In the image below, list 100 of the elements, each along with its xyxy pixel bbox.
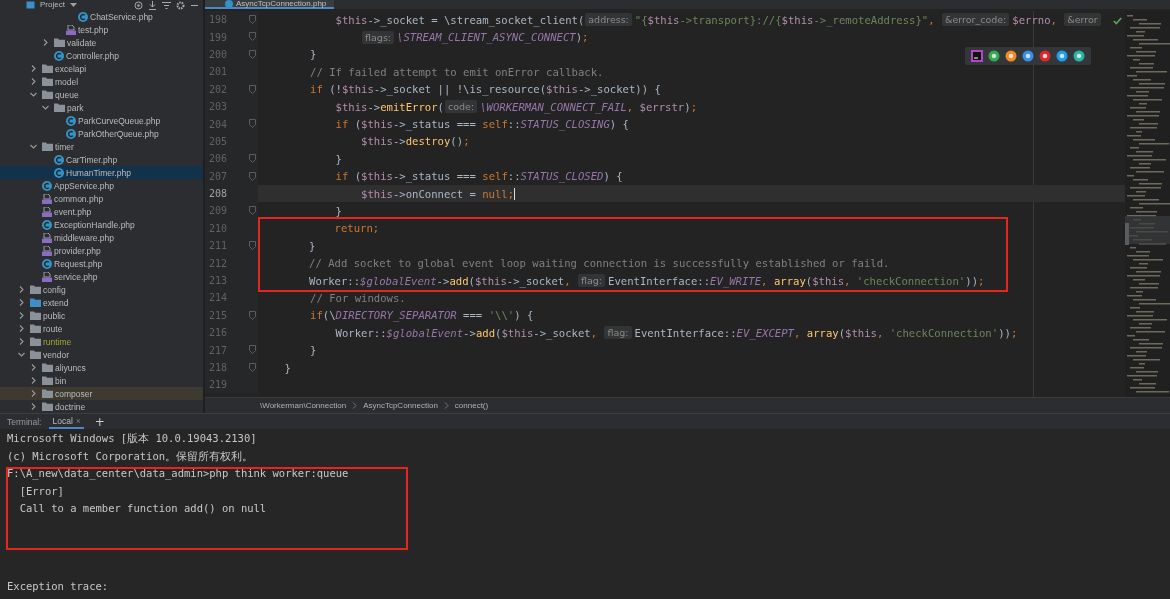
tree-item[interactable]: excelapi bbox=[0, 62, 203, 75]
terminal-title: Terminal: bbox=[7, 416, 42, 427]
tree-item[interactable]: ChatService.php bbox=[0, 10, 203, 23]
chevron-icon[interactable] bbox=[30, 91, 37, 98]
folder-icon bbox=[54, 38, 65, 47]
chevron-icon[interactable] bbox=[30, 377, 37, 384]
folder-icon bbox=[30, 337, 41, 346]
fold-marker-icon[interactable] bbox=[249, 154, 256, 164]
tree-item[interactable]: common.php bbox=[0, 192, 203, 205]
fold-marker-icon[interactable] bbox=[249, 15, 256, 24]
tree-item[interactable]: timer bbox=[0, 140, 203, 153]
tree-item[interactable]: test.php bbox=[0, 23, 203, 36]
line-number: 203 bbox=[207, 101, 227, 113]
tree-item[interactable]: vendor bbox=[0, 348, 203, 361]
browser-logo-icon[interactable] bbox=[1056, 50, 1068, 62]
fold-marker-icon[interactable] bbox=[249, 119, 256, 129]
code-line: $this->emitError( code: \WORKERMAN_CONNECT_FAIL, $errstr); bbox=[334, 100, 698, 114]
breadcrumb[interactable]: connect() bbox=[454, 401, 489, 410]
tree-item[interactable]: route bbox=[0, 322, 203, 335]
code-line: } bbox=[308, 239, 316, 252]
class-icon bbox=[54, 167, 64, 178]
chevron-icon[interactable] bbox=[30, 364, 37, 371]
chevron-icon[interactable] bbox=[18, 312, 25, 319]
tree-item[interactable]: ParkCurveQueue.php bbox=[0, 114, 203, 127]
tree-item[interactable]: park bbox=[0, 101, 203, 114]
target-icon[interactable] bbox=[134, 0, 143, 10]
tree-item[interactable]: AppService.php bbox=[0, 179, 203, 192]
tree-item[interactable]: Request.php bbox=[0, 257, 203, 270]
tree-item[interactable]: ExceptionHandle.php bbox=[0, 218, 203, 231]
browser-logo-icon[interactable] bbox=[1073, 50, 1085, 62]
tree-item[interactable]: config bbox=[0, 283, 203, 296]
chevron-icon[interactable] bbox=[18, 299, 25, 306]
chevron-icon[interactable] bbox=[18, 325, 25, 332]
line-number: 201 bbox=[207, 66, 227, 78]
chevron-icon[interactable] bbox=[30, 390, 37, 397]
breadcrumb[interactable]: \Workerman\Connection bbox=[260, 401, 347, 410]
tree-item[interactable]: HumanTimer.php bbox=[0, 166, 203, 179]
window-icon bbox=[26, 1, 35, 9]
code-line: $this->onConnect = null; bbox=[360, 187, 516, 200]
tree-item[interactable]: runtime bbox=[0, 335, 203, 348]
browser-logo-icon[interactable] bbox=[1005, 50, 1017, 62]
settings-icon[interactable] bbox=[176, 0, 185, 10]
chevron-icon[interactable] bbox=[42, 39, 49, 46]
chevron-icon[interactable] bbox=[42, 104, 49, 111]
tree-item[interactable]: service.php bbox=[0, 270, 203, 283]
tree-item[interactable]: queue bbox=[0, 88, 203, 101]
browser-logo-icon[interactable] bbox=[1022, 50, 1034, 62]
tree-item[interactable]: ParkOtherQueue.php bbox=[0, 127, 203, 140]
checkmark-icon[interactable] bbox=[1113, 17, 1122, 25]
collapse-icon[interactable] bbox=[148, 0, 157, 10]
tree-item[interactable]: model bbox=[0, 75, 203, 88]
chevron-icon[interactable] bbox=[30, 78, 37, 85]
fold-marker-icon[interactable] bbox=[249, 362, 256, 372]
chevron-icon[interactable] bbox=[18, 338, 25, 345]
chevron-icon[interactable] bbox=[30, 403, 37, 410]
tree-item[interactable]: bin bbox=[0, 374, 203, 387]
fold-marker-icon[interactable] bbox=[249, 241, 256, 251]
chevron-icon[interactable] bbox=[18, 351, 25, 358]
fold-marker-icon[interactable] bbox=[249, 345, 256, 355]
folder-icon bbox=[42, 142, 53, 151]
chevron-icon[interactable] bbox=[18, 286, 25, 293]
panel-title[interactable]: Project bbox=[40, 0, 65, 10]
tree-item[interactable]: composer bbox=[0, 387, 203, 400]
line-number: 212 bbox=[207, 257, 227, 269]
tree-item[interactable]: extend bbox=[0, 296, 203, 309]
folder-icon bbox=[30, 311, 41, 320]
fold-marker-icon[interactable] bbox=[249, 84, 256, 94]
tree-item[interactable]: Controller.php bbox=[0, 49, 203, 62]
php-file-icon bbox=[66, 24, 76, 35]
fold-marker-icon[interactable] bbox=[249, 206, 256, 216]
app-square-icon[interactable] bbox=[971, 50, 983, 62]
breadcrumb[interactable]: AsyncTcpConnection bbox=[363, 401, 438, 410]
code-line: } bbox=[334, 152, 342, 165]
browser-logo-icon[interactable] bbox=[1039, 50, 1051, 62]
tree-item[interactable]: middleware.php bbox=[0, 231, 203, 244]
terminal-tab[interactable]: Local × bbox=[49, 414, 84, 429]
fold-marker-icon[interactable] bbox=[249, 171, 256, 181]
fold-marker-icon[interactable] bbox=[249, 49, 256, 59]
filter-icon[interactable] bbox=[162, 0, 171, 10]
tree-item[interactable]: validate bbox=[0, 36, 203, 49]
tree-item[interactable]: provider.php bbox=[0, 244, 203, 257]
fold-marker-icon[interactable] bbox=[249, 310, 256, 320]
code-line: Worker::$globalEvent->add($this->_socket, flag: EventInterface::EV_WRITE, array($this, 'checkConnection')); bbox=[308, 274, 985, 288]
tree-item[interactable]: CarTimer.php bbox=[0, 153, 203, 166]
tree-item[interactable]: event.php bbox=[0, 205, 203, 218]
line-number: 215 bbox=[207, 309, 227, 321]
chevron-icon[interactable] bbox=[30, 65, 37, 72]
class-icon bbox=[42, 258, 52, 269]
terminal-line: Exception trace: bbox=[6, 579, 110, 594]
browser-logo-icon[interactable] bbox=[988, 50, 1000, 62]
tree-item[interactable]: doctrine bbox=[0, 400, 203, 413]
php-file-icon bbox=[42, 245, 52, 256]
tree-item[interactable]: aliyuncs bbox=[0, 361, 203, 374]
tree-item[interactable]: public bbox=[0, 309, 203, 322]
file-tab[interactable]: AsyncTcpConnection.php bbox=[205, 0, 335, 9]
chevron-icon[interactable] bbox=[30, 143, 37, 150]
add-tab-button[interactable]: + bbox=[91, 415, 108, 428]
caret-icon[interactable] bbox=[69, 2, 77, 8]
fold-marker-icon[interactable] bbox=[249, 32, 256, 42]
terminal-line: F:\A_new\data_center\data_admin>php think worker:queue bbox=[6, 467, 350, 482]
